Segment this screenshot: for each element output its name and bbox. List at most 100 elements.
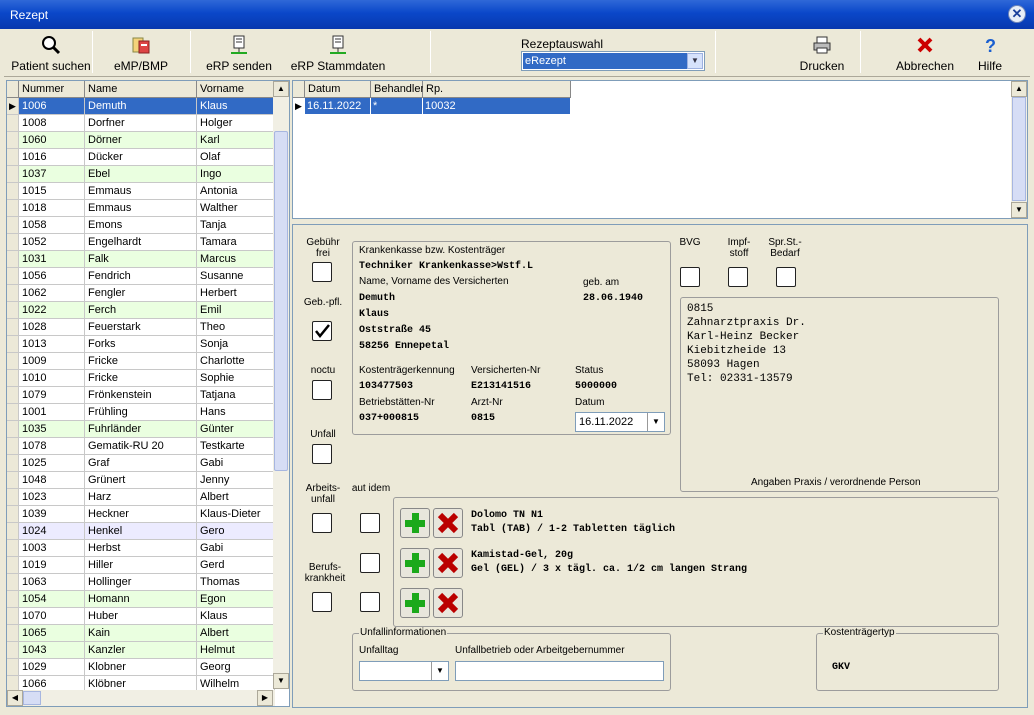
table-row[interactable]: 1065 Kain Albert	[7, 625, 275, 642]
cell-name[interactable]: Ebel	[85, 166, 197, 183]
patient-grid[interactable]: Nummer Name Vorname ▶ 1006 Demuth Klaus 1008…	[6, 80, 290, 707]
row-indicator[interactable]	[7, 149, 19, 166]
cell-name[interactable]: Frühling	[85, 404, 197, 421]
cell-nummer[interactable]: 1048	[19, 472, 85, 489]
table-row[interactable]: 1056 Fendrich Susanne	[7, 268, 275, 285]
cell-name[interactable]: Ferch	[85, 302, 197, 319]
table-row[interactable]: 1019 Hiller Gerd	[7, 557, 275, 574]
row-indicator[interactable]	[7, 200, 19, 217]
cell-vorname[interactable]: Olaf	[197, 149, 275, 166]
cell-vorname[interactable]: Thomas	[197, 574, 275, 591]
cell-name[interactable]: Dücker	[85, 149, 197, 166]
table-row[interactable]: 1016 Dücker Olaf	[7, 149, 275, 166]
cell-vorname[interactable]: Ingo	[197, 166, 275, 183]
cell-name[interactable]: Henkel	[85, 523, 197, 540]
cell-nummer[interactable]: 1028	[19, 319, 85, 336]
row-indicator[interactable]	[7, 353, 19, 370]
row-indicator[interactable]	[7, 268, 19, 285]
cell-vorname[interactable]: Georg	[197, 659, 275, 676]
firstname-value[interactable]: Klaus	[359, 309, 389, 320]
cell-vorname[interactable]: Tanja	[197, 217, 275, 234]
datum-picker[interactable]: 16.11.2022 ▼	[575, 412, 665, 432]
cell-name[interactable]: Homann	[85, 591, 197, 608]
cell-vorname[interactable]: Albert	[197, 489, 275, 506]
scroll-up-icon[interactable]: ▲	[273, 81, 289, 97]
aut-idem-3-checkbox[interactable]	[360, 592, 380, 612]
add-medication-1-button[interactable]	[400, 508, 430, 538]
row-indicator[interactable]	[7, 183, 19, 200]
row-indicator[interactable]	[7, 404, 19, 421]
cell-name[interactable]: Harz	[85, 489, 197, 506]
cell-vorname[interactable]: Susanne	[197, 268, 275, 285]
cell-vorname[interactable]: Charlotte	[197, 353, 275, 370]
cell-vorname[interactable]: Emil	[197, 302, 275, 319]
prescription-grid[interactable]: Datum Behandler Rp. ▶ 16.11.2022 * 10032…	[292, 80, 1028, 219]
hscroll-thumb[interactable]	[23, 691, 41, 705]
cell-nummer[interactable]: 1015	[19, 183, 85, 200]
scroll-thumb[interactable]	[1012, 97, 1026, 201]
cell-nummer[interactable]: 1052	[19, 234, 85, 251]
cell-name[interactable]: Heckner	[85, 506, 197, 523]
cell-name[interactable]: Emmaus	[85, 200, 197, 217]
medication-2-dosage[interactable]: Gel (GEL) / 3 x tägl. ca. 1/2 cm langen …	[471, 564, 747, 575]
cell-vorname[interactable]: Günter	[197, 421, 275, 438]
cell-nummer[interactable]: 1058	[19, 217, 85, 234]
cell-vorname[interactable]: Klaus	[197, 608, 275, 625]
cell-nummer[interactable]: 1063	[19, 574, 85, 591]
row-indicator[interactable]	[7, 166, 19, 183]
table-row[interactable]: 1029 Klobner Georg	[7, 659, 275, 676]
scroll-up-icon[interactable]: ▲	[1011, 81, 1027, 97]
chevron-down-icon[interactable]: ▼	[431, 662, 448, 680]
patient-search-button[interactable]: Patient suchen	[8, 29, 94, 75]
cell-name[interactable]: Fricke	[85, 353, 197, 370]
delete-medication-1-button[interactable]	[433, 508, 463, 538]
cell-nummer[interactable]: 1039	[19, 506, 85, 523]
table-row[interactable]: 1001 Frühling Hans	[7, 404, 275, 421]
arbeitsunfall-checkbox[interactable]	[312, 513, 332, 533]
table-row[interactable]: ▶ 1006 Demuth Klaus	[7, 98, 275, 115]
cell-nummer[interactable]: 1009	[19, 353, 85, 370]
city-value[interactable]: 58256 Ennepetal	[359, 341, 449, 352]
cell-name[interactable]: Graf	[85, 455, 197, 472]
table-row[interactable]: 1048 Grünert Jenny	[7, 472, 275, 489]
cell-name[interactable]: Herbst	[85, 540, 197, 557]
cell-nummer[interactable]: 1008	[19, 115, 85, 132]
row-indicator[interactable]	[7, 608, 19, 625]
cell-nummer[interactable]: 1024	[19, 523, 85, 540]
cell-name[interactable]: Fendrich	[85, 268, 197, 285]
cell-nummer[interactable]: 1070	[19, 608, 85, 625]
scroll-left-icon[interactable]: ◀	[7, 690, 23, 706]
erp-stammdaten-button[interactable]: eRP Stammdaten	[288, 29, 388, 75]
cell-name[interactable]: Hollinger	[85, 574, 197, 591]
berufskrankheit-checkbox[interactable]	[312, 592, 332, 612]
unfalltag-input[interactable]: ▼	[359, 661, 449, 681]
rezeptauswahl-select[interactable]: eRezept ▼	[521, 51, 705, 71]
cell-name[interactable]: Demuth	[85, 98, 197, 115]
geb-pfl-checkbox[interactable]	[312, 321, 332, 341]
gebuehr-frei-checkbox[interactable]	[312, 262, 332, 282]
medication-2-name[interactable]: Kamistad-Gel, 20g	[471, 550, 573, 561]
row-indicator[interactable]	[7, 489, 19, 506]
cell-nummer[interactable]: 1065	[19, 625, 85, 642]
scroll-right-icon[interactable]: ▶	[257, 690, 273, 706]
row-indicator[interactable]	[7, 455, 19, 472]
cell-vorname[interactable]: Gabi	[197, 540, 275, 557]
cell-vorname[interactable]: Theo	[197, 319, 275, 336]
arzt-value[interactable]: 0815	[471, 413, 495, 424]
header-datum[interactable]: Datum	[305, 81, 371, 98]
row-indicator[interactable]	[7, 387, 19, 404]
table-row[interactable]: 1063 Hollinger Thomas	[7, 574, 275, 591]
cell-name[interactable]: Fricke	[85, 370, 197, 387]
header-nummer[interactable]: Nummer	[19, 81, 85, 98]
cell-name[interactable]: Kain	[85, 625, 197, 642]
table-row[interactable]: 1028 Feuerstark Theo	[7, 319, 275, 336]
row-indicator[interactable]	[7, 234, 19, 251]
cell-vorname[interactable]: Marcus	[197, 251, 275, 268]
patient-vertical-scrollbar[interactable]: ▲ ▼	[273, 81, 289, 689]
bvg-checkbox[interactable]	[680, 267, 700, 287]
cell-nummer[interactable]: 1010	[19, 370, 85, 387]
row-indicator[interactable]	[7, 557, 19, 574]
prescription-rp[interactable]: 10032	[423, 98, 571, 114]
cell-nummer[interactable]: 1003	[19, 540, 85, 557]
kasse-value[interactable]: Techniker Krankenkasse>Wstf.L	[359, 261, 533, 272]
